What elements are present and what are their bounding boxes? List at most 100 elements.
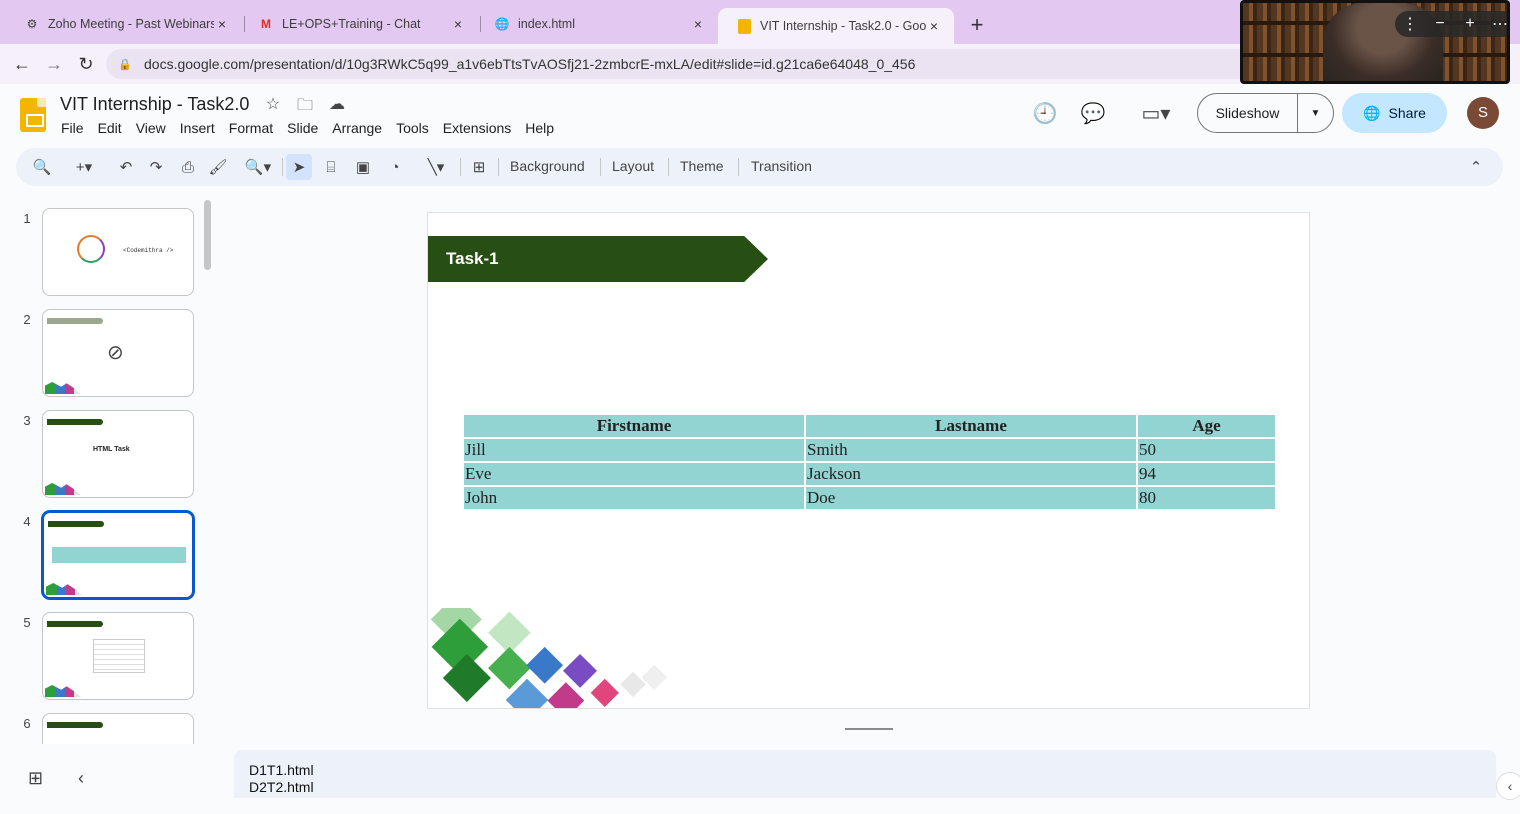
- zoom-icon[interactable]: 🔍▾: [238, 154, 278, 180]
- grid-view-icon[interactable]: ⊞: [28, 768, 43, 789]
- slide-number: 2: [23, 312, 31, 327]
- shape-icon[interactable]: ◔: [382, 154, 408, 180]
- address-bar[interactable]: 🔒 docs.google.com/presentation/d/10g3RWk…: [106, 49, 1406, 79]
- drag-handle-icon[interactable]: ⋮: [1395, 14, 1425, 34]
- toolbar-divider: [668, 158, 669, 176]
- toolbar-divider: [600, 158, 601, 176]
- document-title[interactable]: VIT Internship - Task2.0: [60, 94, 249, 115]
- slideshow-button[interactable]: Slideshow ▼: [1197, 93, 1334, 133]
- tab-chat[interactable]: M LE+OPS+Training - Chat ×: [240, 8, 478, 40]
- print-icon[interactable]: ⎙: [176, 154, 200, 180]
- reload-icon[interactable]: ↻: [74, 52, 98, 76]
- slide-thumbnail-6[interactable]: [42, 713, 194, 744]
- menu-slide[interactable]: Slide: [280, 120, 325, 136]
- decoration: [45, 685, 81, 697]
- menu-help[interactable]: Help: [518, 120, 561, 136]
- insert-comment-icon[interactable]: ⊞: [466, 154, 492, 180]
- side-panel-toggle-icon[interactable]: ‹: [1496, 772, 1520, 800]
- search-menus-icon[interactable]: 🔍: [30, 154, 54, 180]
- webcam-controls[interactable]: ⋮ − + ⋯: [1395, 11, 1507, 37]
- cloud-saved-icon[interactable]: ☁: [326, 94, 348, 121]
- avatar[interactable]: S: [1467, 97, 1499, 129]
- filmstrip-scrollbar[interactable]: [204, 200, 211, 270]
- minimize-icon[interactable]: −: [1425, 15, 1455, 33]
- slide-thumbnail-5[interactable]: [42, 612, 194, 700]
- logo-ring: [77, 235, 105, 263]
- menu-extensions[interactable]: Extensions: [436, 120, 518, 136]
- select-cursor-icon[interactable]: ➤: [286, 154, 312, 180]
- close-icon[interactable]: ×: [450, 16, 466, 32]
- transition-button[interactable]: Transition: [751, 158, 812, 174]
- star-icon[interactable]: ☆: [262, 94, 284, 121]
- slides-icon: [736, 18, 752, 34]
- tab-index-html[interactable]: 🌐 index.html ×: [476, 8, 718, 40]
- theme-button[interactable]: Theme: [680, 158, 724, 174]
- slide-number: 3: [23, 413, 31, 428]
- toolbar-divider: [282, 158, 283, 176]
- slide-number: 1: [23, 211, 31, 226]
- menu-file[interactable]: File: [54, 120, 91, 136]
- layout-button[interactable]: Layout: [612, 158, 654, 174]
- close-icon[interactable]: ×: [214, 16, 230, 32]
- menu-format[interactable]: Format: [222, 120, 280, 136]
- data-table[interactable]: Firstname Lastname Age Jill Smith 50 Eve…: [462, 413, 1277, 511]
- redo-icon[interactable]: ↷: [144, 154, 168, 180]
- slideshow-label[interactable]: Slideshow: [1198, 93, 1298, 133]
- slide-thumbnail-2[interactable]: ⊘: [42, 309, 194, 397]
- forward-icon[interactable]: →: [42, 52, 66, 76]
- notes-resize-handle[interactable]: [845, 728, 893, 730]
- close-icon[interactable]: ×: [926, 18, 942, 34]
- version-history-icon[interactable]: 🕘: [1031, 100, 1059, 128]
- back-icon[interactable]: ←: [10, 52, 34, 76]
- menu-view[interactable]: View: [129, 120, 173, 136]
- table-header-row: Firstname Lastname Age: [464, 415, 1275, 437]
- menu-bar: File Edit View Insert Format Slide Arran…: [54, 120, 561, 136]
- tab-zoho-meeting[interactable]: ⚙ Zoho Meeting - Past Webinars ×: [6, 8, 242, 40]
- slides-logo[interactable]: [20, 98, 46, 132]
- decoration: [45, 382, 81, 394]
- slide-canvas[interactable]: Task-1 Firstname Lastname Age Jill Smith…: [427, 212, 1310, 709]
- share-button[interactable]: 🌐 Share: [1342, 93, 1447, 133]
- insert-image-icon[interactable]: ▣: [350, 154, 376, 180]
- slide-thumbnail-1[interactable]: <Codemithra />: [42, 208, 194, 296]
- tab-title: Zoho Meeting - Past Webinars: [48, 17, 214, 31]
- close-icon[interactable]: ×: [690, 16, 706, 32]
- paint-format-icon[interactable]: 🖌: [206, 154, 230, 180]
- tab-slides-active[interactable]: VIT Internship - Task2.0 - Google ×: [718, 8, 954, 44]
- gear-icon: ⚙: [26, 17, 38, 31]
- globe-icon: 🌐: [494, 17, 510, 31]
- slide-thumbnail-3[interactable]: HTML Task: [42, 410, 194, 498]
- globe-icon: 🌐: [1363, 104, 1381, 121]
- new-slide-icon[interactable]: +▾: [64, 154, 104, 180]
- text-box-icon[interactable]: ⌸: [318, 154, 344, 180]
- table-row: John Doe 80: [464, 487, 1275, 509]
- line-icon[interactable]: ╲▾: [416, 154, 456, 180]
- site-info-icon[interactable]: 🔒: [118, 58, 132, 71]
- chevron-down-icon[interactable]: ▼: [1298, 108, 1333, 119]
- undo-icon[interactable]: ↶: [114, 154, 138, 180]
- collapse-filmstrip-icon[interactable]: ‹: [78, 768, 84, 789]
- slide-number: 6: [23, 716, 31, 731]
- slide-number: 5: [23, 615, 31, 630]
- menu-edit[interactable]: Edit: [91, 120, 129, 136]
- speaker-notes[interactable]: D1T1.html D2T2.html: [234, 750, 1496, 798]
- task-banner[interactable]: Task-1: [428, 236, 768, 282]
- expand-icon[interactable]: +: [1455, 15, 1485, 33]
- cell-lastname: Jackson: [806, 463, 1136, 485]
- new-tab-button[interactable]: +: [966, 12, 988, 38]
- editing-toolbar: 🔍 +▾ ↶ ↷ ⎙ 🖌 🔍▾ ➤ ⌸ ▣ ◔ ╲▾ ⊞ Background …: [16, 148, 1503, 186]
- menu-insert[interactable]: Insert: [173, 120, 222, 136]
- comments-icon[interactable]: 💬: [1079, 100, 1107, 128]
- move-folder-icon[interactable]: 🗀: [294, 94, 316, 121]
- meet-camera-icon[interactable]: ▭▾: [1134, 100, 1178, 128]
- menu-arrange[interactable]: Arrange: [325, 120, 389, 136]
- table-row: Eve Jackson 94: [464, 463, 1275, 485]
- share-label: Share: [1388, 105, 1426, 121]
- more-options-icon[interactable]: ⋯: [1485, 14, 1507, 34]
- gmail-icon: M: [261, 17, 271, 31]
- background-button[interactable]: Background: [510, 158, 585, 174]
- slide-thumbnail-4[interactable]: [42, 511, 194, 599]
- diamond-decoration: [430, 608, 668, 708]
- menu-tools[interactable]: Tools: [389, 120, 436, 136]
- collapse-toolbar-icon[interactable]: ⌃: [1464, 154, 1488, 180]
